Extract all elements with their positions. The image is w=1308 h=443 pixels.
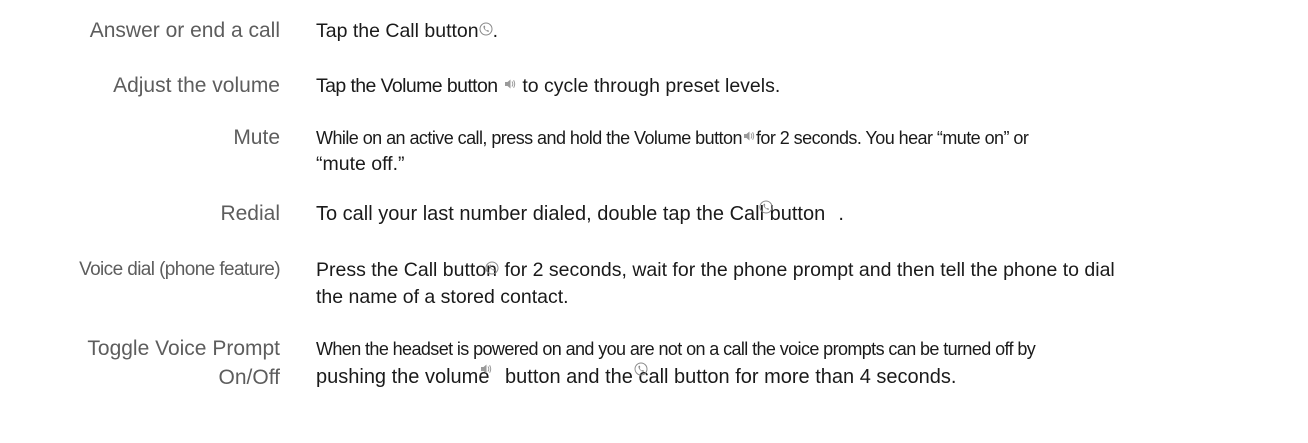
row-description: Tap the Volume button to cycle through p… bbox=[316, 75, 781, 97]
call-button-icon bbox=[479, 22, 493, 36]
volume-button-icon bbox=[503, 77, 517, 91]
row-label: Mute bbox=[233, 126, 280, 149]
row-description-line2: pushing the volume button and the call b… bbox=[316, 362, 956, 390]
call-button-icon bbox=[634, 362, 648, 376]
row-description-line2: the name of a stored contact. bbox=[316, 286, 569, 308]
row-description: To call your last number dialed, double … bbox=[316, 200, 844, 227]
row-label: Voice dial (phone feature) bbox=[79, 259, 281, 280]
row-label-line2: On/Off bbox=[218, 366, 280, 389]
volume-button-icon bbox=[742, 129, 756, 143]
row-label: Toggle Voice Prompt bbox=[87, 337, 280, 360]
row-description: While on an active call, press and hold … bbox=[316, 128, 1029, 148]
call-button-icon bbox=[485, 261, 499, 275]
row-label: Redial bbox=[220, 202, 280, 225]
row-label: Adjust the volume bbox=[113, 74, 280, 97]
row-description: Tap the Call button. bbox=[316, 20, 499, 42]
row-description: When the headset is powered on and you a… bbox=[316, 339, 1036, 359]
row-description-line2: “mute off.” bbox=[316, 153, 405, 175]
row-description: Press the Call button for 2 seconds, wai… bbox=[316, 259, 1115, 281]
volume-button-icon bbox=[479, 362, 493, 376]
call-button-icon bbox=[759, 200, 773, 214]
row-label: Answer or end a call bbox=[89, 19, 280, 42]
